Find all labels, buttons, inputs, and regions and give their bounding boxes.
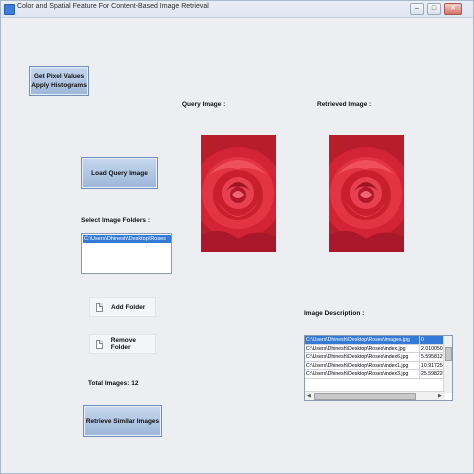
remove-folder-button[interactable]: Remove Folder xyxy=(89,334,156,354)
vertical-scroll-thumb[interactable] xyxy=(445,347,452,361)
vertical-scrollbar[interactable] xyxy=(443,336,452,393)
rose-image xyxy=(201,135,276,252)
image-description-grid[interactable]: C:\Users\Dhinesh\Desktop\Roses\images.jp… xyxy=(304,335,453,401)
query-image xyxy=(201,135,276,252)
row-path: C:\Users\Dhinesh\Desktop\Roses\index6.jp… xyxy=(306,354,409,360)
get-pixel-values-button[interactable]: Get Pixel Values Apply Histograms xyxy=(29,66,89,96)
retrieve-similar-images-button[interactable]: Retrieve Similar Images xyxy=(83,405,162,437)
add-folder-button[interactable]: Add Folder xyxy=(89,297,156,317)
table-row[interactable]: C:\Users\Dhinesh\Desktop\Roses\images.jp… xyxy=(305,336,445,345)
window-title: Color and Spatial Feature For Content-Ba… xyxy=(17,3,209,10)
row-path: C:\Users\Dhinesh\Desktop\Roses\index.jpg xyxy=(306,345,406,352)
row-path: C:\Users\Dhinesh\Desktop\Roses\index3.jp… xyxy=(306,371,409,377)
row-path: C:\Users\Dhinesh\Desktop\Roses\index1.jp… xyxy=(306,362,409,369)
folder-item[interactable]: C:\Users\Dhinesh\Desktop\Roses xyxy=(83,235,171,243)
app-window: Color and Spatial Feature For Content-Ba… xyxy=(0,0,474,474)
add-file-icon xyxy=(96,302,103,312)
horizontal-scrollbar[interactable]: ◀ ▶ xyxy=(305,391,445,400)
row-path: C:\Users\Dhinesh\Desktop\Roses\images.jp… xyxy=(306,337,410,343)
table-row[interactable]: C:\Users\Dhinesh\Desktop\Roses\index6.jp… xyxy=(305,353,447,362)
remove-folder-label: Remove Folder xyxy=(110,337,137,351)
minimize-button[interactable]: – xyxy=(410,3,424,15)
remove-file-icon xyxy=(96,339,103,349)
title-bar[interactable]: Color and Spatial Feature For Content-Ba… xyxy=(1,1,473,18)
app-icon xyxy=(4,4,15,15)
table-row[interactable]: C:\Users\Dhinesh\Desktop\Roses\index1.jp… xyxy=(305,361,447,370)
total-images-label: Total Images: 12 xyxy=(88,380,139,387)
scroll-right-arrow-icon[interactable]: ▶ xyxy=(438,392,442,400)
get-pixel-line2: Apply Histograms xyxy=(31,82,87,89)
select-folders-label: Select Image Folders : xyxy=(81,217,150,224)
add-folder-label: Add Folder xyxy=(111,303,146,311)
query-image-label: Query Image : xyxy=(182,101,226,108)
maximize-button[interactable]: □ xyxy=(427,3,441,15)
image-description-label: Image Description : xyxy=(304,310,365,317)
horizontal-scroll-thumb[interactable] xyxy=(314,393,416,400)
table-row[interactable]: C:\Users\Dhinesh\Desktop\Roses\index.jpg… xyxy=(305,344,447,353)
load-query-image-button[interactable]: Load Query Image xyxy=(81,157,158,189)
retrieved-image-label: Retrieved Image : xyxy=(317,101,372,108)
scroll-left-arrow-icon[interactable]: ◀ xyxy=(307,392,311,400)
close-button[interactable]: ✕ xyxy=(444,3,462,15)
folders-listbox[interactable]: C:\Users\Dhinesh\Desktop\Roses xyxy=(81,233,172,274)
retrieved-image xyxy=(329,135,404,252)
table-row[interactable]: C:\Users\Dhinesh\Desktop\Roses\index3.jp… xyxy=(305,370,447,379)
rose-image xyxy=(329,135,404,252)
get-pixel-line1: Get Pixel Values xyxy=(33,73,85,80)
